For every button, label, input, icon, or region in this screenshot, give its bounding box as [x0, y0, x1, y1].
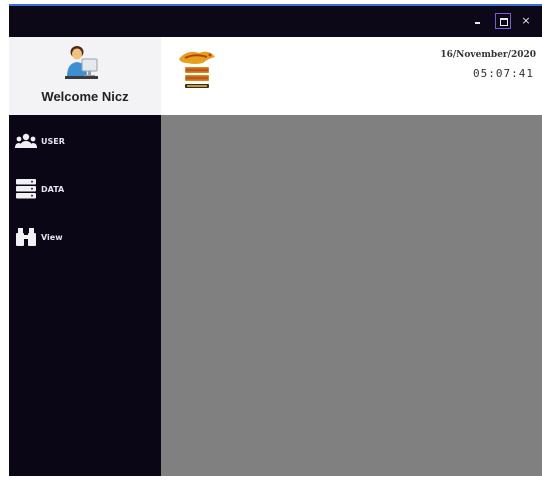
sidebar-item-view[interactable]: View: [15, 225, 155, 249]
sidebar-item-data[interactable]: DATA: [15, 177, 155, 201]
minimize-button[interactable]: [470, 13, 486, 29]
sidebar-item-user[interactable]: USER: [15, 129, 155, 153]
database-icon: [15, 178, 37, 200]
sidebar: USER DATA View: [9, 115, 161, 476]
maximize-button[interactable]: [495, 13, 511, 29]
header: Welcome Nicz 16/November/2020 05:07:41: [9, 37, 542, 115]
time-display: 05:07:41: [473, 67, 534, 80]
app-window: × Welcome Nicz 16/November/2020 05:07:41…: [9, 4, 542, 476]
title-bar[interactable]: ×: [9, 6, 542, 37]
close-button[interactable]: ×: [518, 13, 534, 29]
main-content-area: [161, 115, 542, 476]
welcome-text: Welcome Nicz: [41, 89, 129, 104]
date-display: 16/November/2020: [440, 50, 536, 60]
maximize-icon: [500, 18, 508, 26]
sidebar-item-label: DATA: [41, 184, 65, 194]
user-at-computer-icon: [65, 46, 98, 79]
minimize-icon: [475, 22, 480, 24]
binoculars-icon: [15, 226, 37, 248]
golden-dragon-logo-icon: [179, 51, 215, 88]
user-card: Welcome Nicz: [9, 37, 161, 115]
sidebar-item-label: USER: [41, 136, 65, 146]
users-icon: [15, 130, 37, 152]
sidebar-item-label: View: [41, 232, 63, 242]
